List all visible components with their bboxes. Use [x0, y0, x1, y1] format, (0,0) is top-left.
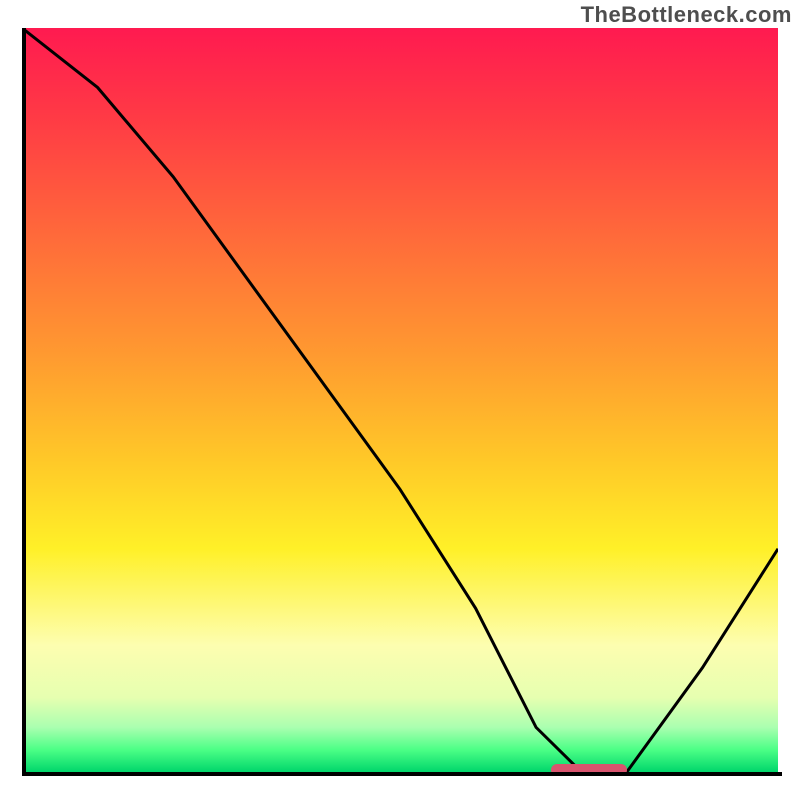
chart-container: TheBottleneck.com	[0, 0, 800, 800]
x-axis	[22, 772, 782, 776]
watermark-text: TheBottleneck.com	[581, 2, 792, 28]
bottleneck-curve	[22, 28, 778, 772]
plot-area	[22, 28, 778, 772]
curve-layer	[22, 28, 778, 772]
y-axis	[22, 28, 26, 776]
